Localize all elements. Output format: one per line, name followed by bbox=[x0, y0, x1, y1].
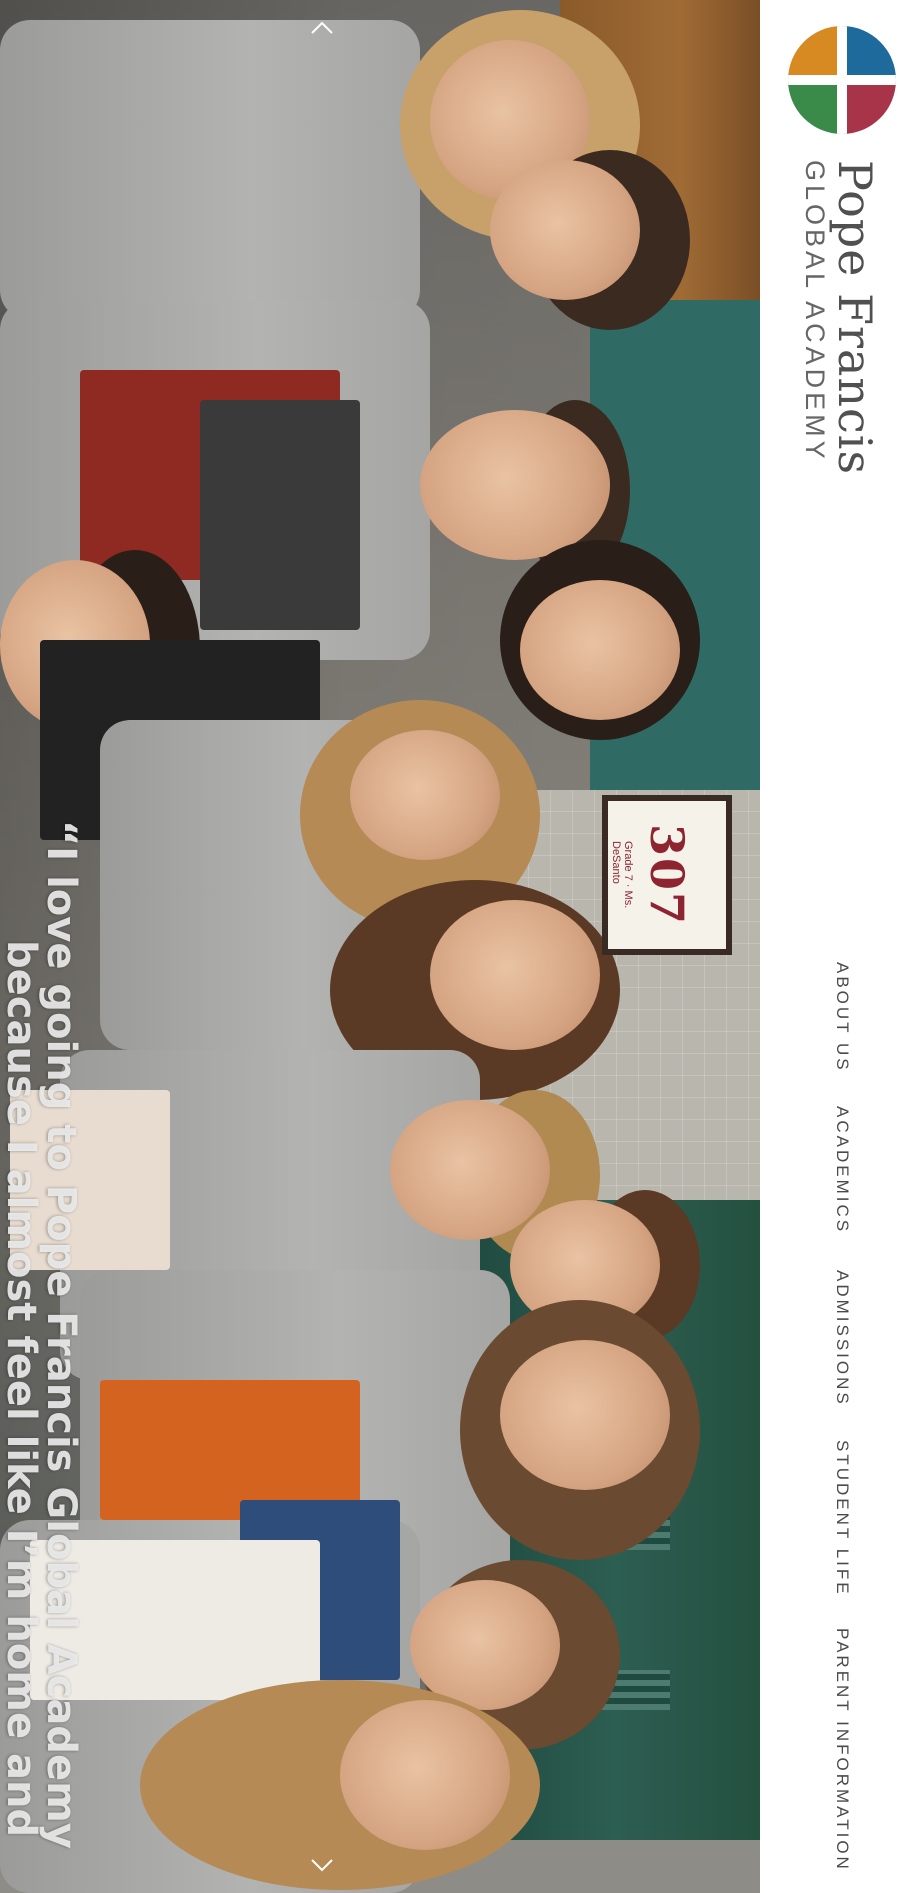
logo-cross-horizontal bbox=[788, 75, 896, 85]
student-face bbox=[420, 410, 610, 560]
school-brand[interactable]: Pope Francis GLOBAL ACADEMY bbox=[800, 160, 882, 476]
logo-quadrant-orange bbox=[788, 26, 842, 80]
room-sign: 307 Grade 7 · Ms. DeSanto bbox=[602, 795, 732, 955]
hero-quote-line-2: because I almost feel like I’m home and bbox=[0, 940, 44, 1838]
nav-about-us[interactable]: ABOUT US bbox=[832, 962, 852, 1073]
logo-quadrant-red bbox=[842, 80, 896, 134]
room-number: 307 bbox=[640, 823, 694, 927]
student-face bbox=[520, 580, 680, 720]
orange-folder bbox=[100, 1380, 360, 1520]
room-grade: Grade 7 · Ms. DeSanto bbox=[610, 841, 634, 909]
hero-quote-line-1: “I love going to Pope Francis Global Aca… bbox=[38, 820, 84, 1849]
student-sweater bbox=[0, 20, 420, 320]
logo-quadrant-blue bbox=[842, 26, 896, 80]
nav-admissions[interactable]: ADMISSIONS bbox=[832, 1270, 852, 1407]
school-subtitle: GLOBAL ACADEMY bbox=[800, 160, 830, 463]
nav-academics[interactable]: ACADEMICS bbox=[832, 1106, 852, 1234]
student-face bbox=[500, 1340, 670, 1490]
school-name: Pope Francis bbox=[828, 160, 882, 476]
student-face bbox=[390, 1100, 550, 1240]
nav-student-life[interactable]: STUDENT LIFE bbox=[832, 1440, 852, 1597]
student-face bbox=[490, 160, 640, 300]
nav-parent-information[interactable]: PARENT INFORMATION bbox=[832, 1628, 852, 1872]
hero-photo: 307 Grade 7 · Ms. DeSanto “I love going … bbox=[0, 0, 760, 1893]
student-face bbox=[430, 900, 600, 1050]
school-logo[interactable] bbox=[788, 26, 896, 134]
student-face bbox=[410, 1580, 560, 1710]
student-face bbox=[340, 1700, 510, 1850]
student-face bbox=[350, 730, 500, 860]
chevron-down-icon[interactable] bbox=[310, 1855, 333, 1875]
logo-quadrant-green bbox=[788, 80, 842, 134]
binder bbox=[200, 400, 360, 630]
chevron-up-icon[interactable] bbox=[310, 18, 333, 38]
